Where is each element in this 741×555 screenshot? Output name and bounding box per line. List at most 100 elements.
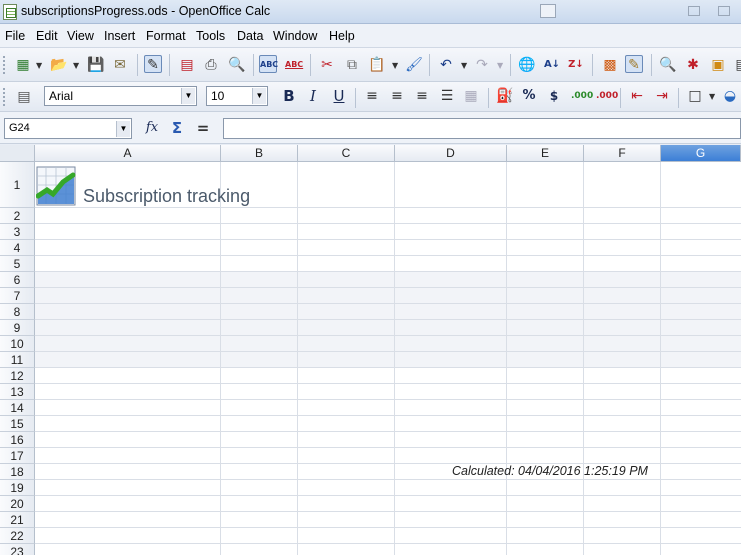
function-equals-icon[interactable]: = [194, 119, 212, 137]
table-row[interactable] [35, 400, 741, 416]
background-color-icon[interactable]: ◒ [721, 87, 739, 105]
hyperlink-icon[interactable]: 🌐 [518, 56, 536, 74]
column-header-e[interactable]: E [507, 145, 584, 162]
row-header[interactable]: 3 [0, 224, 35, 240]
table-row[interactable] [35, 256, 741, 272]
table-row[interactable] [35, 496, 741, 512]
row-header[interactable]: 5 [0, 256, 35, 272]
row-header[interactable]: 12 [0, 368, 35, 384]
menu-window[interactable]: Window [273, 29, 317, 43]
table-row[interactable] [35, 416, 741, 432]
menu-edit[interactable]: Edit [36, 29, 58, 43]
sum-icon[interactable]: Σ [168, 119, 186, 137]
table-row[interactable] [35, 352, 741, 368]
toolbar-grip[interactable] [3, 88, 7, 106]
select-all-corner[interactable] [0, 145, 35, 162]
toolbar-grip[interactable] [3, 56, 7, 74]
formula-input[interactable] [223, 118, 741, 139]
table-row[interactable] [35, 432, 741, 448]
paste-icon[interactable]: 📋 [368, 56, 386, 74]
copy-icon[interactable]: ⧉ [343, 56, 361, 74]
decrease-indent-icon[interactable]: ⇤ [628, 87, 646, 105]
column-header-c[interactable]: C [298, 145, 395, 162]
increase-indent-icon[interactable]: ⇥ [653, 87, 671, 105]
clone-format-icon[interactable]: 🖌 [405, 56, 423, 74]
table-row[interactable] [35, 304, 741, 320]
table-row[interactable] [35, 336, 741, 352]
menu-format[interactable]: Format [146, 29, 186, 43]
table-row[interactable] [35, 480, 741, 496]
column-header-b[interactable]: B [221, 145, 298, 162]
sort-ascending-icon[interactable]: A↓ [543, 56, 561, 74]
email-icon[interactable]: ✉ [111, 56, 129, 74]
new-document-icon[interactable]: ▦ [14, 56, 32, 74]
styles-formatting-icon[interactable]: ▤ [15, 88, 33, 106]
table-row[interactable] [35, 368, 741, 384]
undo-icon[interactable]: ↶ [437, 56, 455, 74]
row-header[interactable]: 1 [0, 162, 35, 208]
font-size-select[interactable]: 10 ▼ [206, 86, 268, 106]
menu-tools[interactable]: Tools [196, 29, 225, 43]
function-wizard-icon[interactable]: fx [143, 119, 161, 137]
menu-insert[interactable]: Insert [104, 29, 135, 43]
edit-file-icon[interactable]: ✎ [144, 55, 162, 73]
menu-file[interactable]: File [5, 29, 25, 43]
gallery-icon[interactable]: ▣ [709, 56, 727, 74]
font-name-select[interactable]: Arial ▼ [44, 86, 197, 106]
print-icon[interactable]: ⎙ [202, 56, 220, 74]
row-header[interactable]: 19 [0, 480, 35, 496]
table-row[interactable] [35, 272, 741, 288]
chevron-down-icon[interactable]: ▼ [73, 61, 79, 70]
table-row[interactable] [35, 288, 741, 304]
percent-format-button[interactable]: % [520, 87, 538, 105]
data-sources-icon[interactable]: ▤ [733, 56, 741, 74]
spellcheck-icon[interactable]: ABC [259, 55, 278, 73]
row-header[interactable]: 16 [0, 432, 35, 448]
row-header[interactable]: 21 [0, 512, 35, 528]
row-header[interactable]: 2 [0, 208, 35, 224]
merge-cells-icon[interactable]: ▦ [462, 87, 480, 105]
redo-icon[interactable]: ↷ [473, 56, 491, 74]
currency-format-icon[interactable]: ⛽ [496, 87, 514, 105]
chevron-down-icon[interactable]: ▼ [252, 88, 266, 104]
row-header[interactable]: 7 [0, 288, 35, 304]
chevron-down-icon[interactable]: ▼ [36, 61, 42, 70]
align-right-icon[interactable]: ≡ [413, 87, 431, 105]
menu-view[interactable]: View [67, 29, 94, 43]
column-header-g[interactable]: G [661, 145, 741, 162]
row-header[interactable]: 4 [0, 240, 35, 256]
row-header[interactable]: 23 [0, 544, 35, 555]
table-row[interactable] [35, 384, 741, 400]
spreadsheet-grid[interactable]: A B C D E F G 1 2 3 4 5 6 7 8 9 10 11 12 13 14 15 16 17 1… [0, 145, 741, 555]
navigator-icon[interactable]: ✱ [684, 56, 702, 74]
bold-button[interactable]: B [280, 87, 298, 105]
row-header[interactable]: 22 [0, 528, 35, 544]
table-row[interactable] [35, 512, 741, 528]
table-row[interactable] [35, 528, 741, 544]
row-header[interactable]: 18 [0, 464, 35, 480]
add-decimal-icon[interactable]: .000 [571, 87, 593, 105]
chevron-down-icon[interactable]: ▼ [392, 61, 398, 70]
page-preview-icon[interactable]: 🔍 [228, 56, 246, 74]
justify-icon[interactable]: ☰ [438, 87, 456, 105]
column-header-a[interactable]: A [35, 145, 221, 162]
open-icon[interactable]: 📂 [50, 56, 68, 74]
name-box[interactable]: G24 ▼ [4, 118, 132, 139]
table-row[interactable] [35, 544, 741, 555]
autospellcheck-icon[interactable]: ABC [285, 56, 303, 74]
number-format-button[interactable]: $ [545, 87, 563, 105]
chevron-down-icon[interactable]: ▼ [461, 61, 467, 70]
show-draw-functions-icon[interactable]: ✎ [625, 55, 643, 73]
chevron-down-icon[interactable]: ▼ [709, 92, 715, 101]
table-row[interactable] [35, 224, 741, 240]
table-row[interactable] [35, 320, 741, 336]
row-header[interactable]: 6 [0, 272, 35, 288]
chevron-down-icon[interactable]: ▼ [181, 88, 195, 104]
sort-descending-icon[interactable]: Z↓ [567, 56, 585, 74]
italic-button[interactable]: I [304, 87, 322, 105]
chart-icon[interactable]: ▩ [601, 56, 619, 74]
find-icon[interactable]: 🔍 [659, 56, 677, 74]
borders-icon[interactable]: □ [686, 87, 704, 105]
cut-icon[interactable]: ✂ [318, 56, 336, 74]
save-icon[interactable]: 💾 [87, 56, 105, 74]
